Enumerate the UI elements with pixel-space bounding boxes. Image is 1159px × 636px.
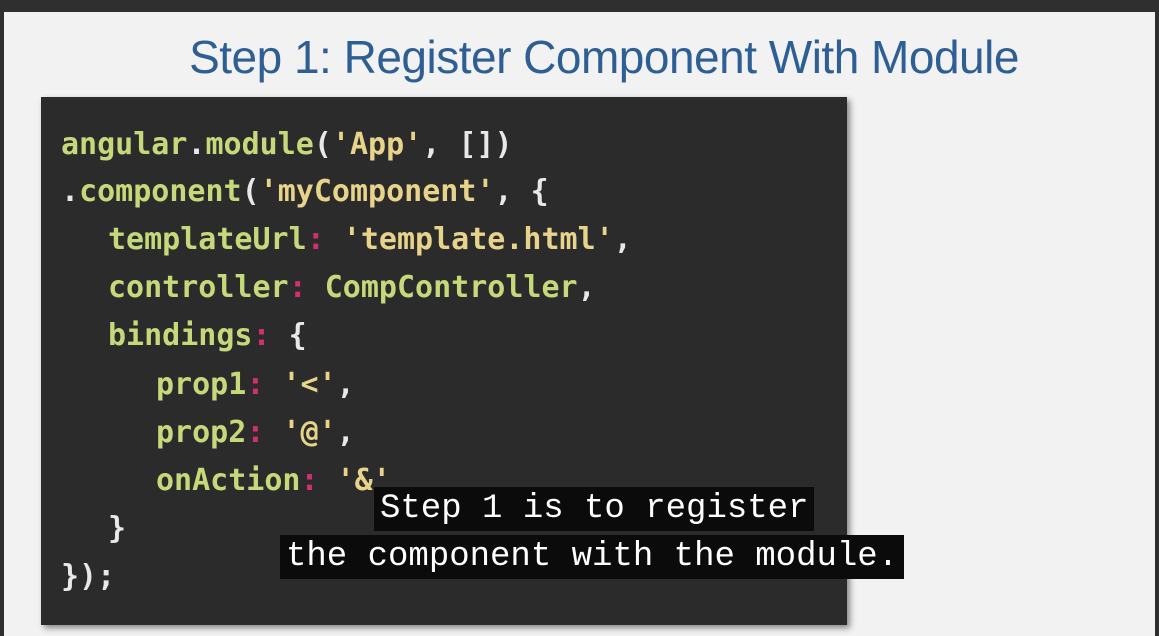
code-token: , — [577, 270, 596, 305]
code-colon: : — [252, 318, 271, 353]
code-key: bindings — [108, 318, 253, 353]
subtitle-line-1: Step 1 is to register — [374, 487, 815, 531]
code-colon: : — [246, 415, 265, 450]
code-line-9: } — [108, 511, 126, 547]
code-value: CompController — [324, 270, 578, 305]
code-line-4: controller: CompController, — [108, 270, 596, 306]
subtitle-line-2: the component with the module. — [280, 535, 905, 579]
code-key: controller — [108, 270, 289, 305]
code-line-6: prop1: '<', — [156, 367, 355, 403]
code-line-3: templateUrl: 'template.html', — [108, 222, 632, 258]
code-key: prop1 — [156, 367, 247, 402]
code-token: , — [336, 415, 355, 450]
code-line-5: bindings: { — [108, 318, 307, 354]
code-colon: : — [306, 222, 325, 257]
code-token: , { — [494, 174, 549, 209]
code-line-10: }); — [61, 559, 115, 595]
code-token: ( — [313, 127, 332, 162]
code-token: , — [336, 367, 355, 402]
code-token: , []) — [422, 127, 513, 162]
code-line-1: angular.module('App', []) — [61, 127, 513, 163]
code-key: prop2 — [156, 415, 247, 450]
code-string: '<' — [282, 367, 337, 402]
code-token: module — [205, 127, 314, 162]
code-token: . — [187, 127, 206, 162]
code-key: onAction — [156, 463, 301, 498]
code-line-8: onAction: '&' — [156, 463, 391, 499]
slide-title: Step 1: Register Component With Module — [189, 31, 1019, 83]
code-line-2: .component('myComponent', { — [61, 174, 549, 210]
code-string: '@' — [282, 415, 337, 450]
code-string: 'App' — [331, 127, 423, 162]
code-token: , — [613, 222, 632, 257]
code-colon: : — [246, 367, 265, 402]
code-colon: : — [288, 270, 307, 305]
code-key: templateUrl — [108, 222, 307, 257]
code-token: . — [61, 174, 80, 209]
code-line-7: prop2: '@', — [156, 415, 355, 451]
code-token: ( — [241, 174, 260, 209]
video-frame: Step 1: Register Component With Module a… — [0, 0, 1159, 636]
code-token: component — [79, 174, 242, 209]
code-token: { — [288, 318, 307, 353]
code-token: }); — [61, 559, 116, 594]
code-token: angular — [61, 127, 188, 162]
code-string: 'myComponent' — [259, 174, 495, 209]
code-string: 'template.html' — [342, 222, 614, 257]
code-token: } — [108, 511, 127, 546]
code-colon: : — [300, 463, 319, 498]
